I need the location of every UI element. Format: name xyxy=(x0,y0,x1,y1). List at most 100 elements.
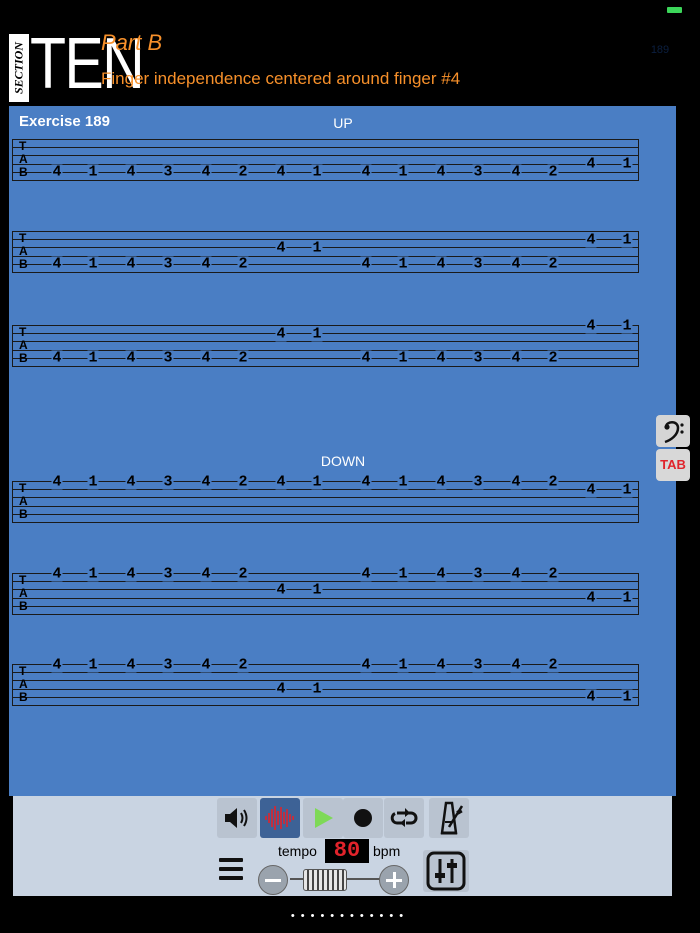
fret-number: 4 xyxy=(275,325,287,343)
bar-line xyxy=(12,481,13,522)
loop-icon xyxy=(390,808,418,827)
staff-line xyxy=(12,171,639,173)
bar-line xyxy=(638,573,639,614)
metronome-button[interactable] xyxy=(429,798,469,838)
fret-number: 3 xyxy=(162,565,174,582)
fret-number: 1 xyxy=(311,680,323,698)
fret-number: 1 xyxy=(397,565,409,582)
tab-staff: TAB 4 1 4 3 4 2 4 1 4 1 4 3 4 2 4 1 xyxy=(12,657,639,706)
fret-number: 4 xyxy=(585,688,597,706)
staff-line xyxy=(12,688,639,690)
fret-number: 4 xyxy=(360,255,372,273)
fret-number: 4 xyxy=(200,163,212,181)
tab-clef-letter: T xyxy=(19,573,27,587)
mixer-button[interactable] xyxy=(423,850,469,892)
fret-number: 4 xyxy=(360,473,372,490)
tab-clef-letter: A xyxy=(19,244,28,258)
play-icon xyxy=(315,808,333,828)
waveform-icon xyxy=(265,806,294,830)
record-icon xyxy=(354,809,372,827)
exercise-title: Exercise 189 xyxy=(19,113,110,130)
staff-line xyxy=(12,263,639,265)
page-indicator-dots[interactable]: •••••••••••• xyxy=(0,910,700,922)
fret-number: 4 xyxy=(360,656,372,673)
bass-clef-button[interactable] xyxy=(656,415,690,447)
mixer-icon xyxy=(426,851,466,891)
record-button[interactable] xyxy=(343,798,383,838)
fret-number: 1 xyxy=(311,473,323,490)
bar-line xyxy=(638,231,639,272)
speaker-icon xyxy=(225,808,248,828)
fret-number: 3 xyxy=(472,473,484,490)
staff-line xyxy=(12,341,639,343)
bar-line xyxy=(638,139,639,180)
fret-number: 4 xyxy=(510,255,522,273)
tab-clef-letter: A xyxy=(19,152,28,166)
staff-line xyxy=(12,272,639,273)
staff-line xyxy=(12,247,639,249)
fret-number: 4 xyxy=(125,255,137,273)
staff-line xyxy=(12,239,639,241)
bar-line xyxy=(12,664,13,705)
staff-line xyxy=(12,497,639,499)
tab-clef-letter: A xyxy=(19,494,28,508)
tempo-label: tempo xyxy=(278,843,317,859)
part-title: Part B xyxy=(101,30,163,55)
tab-staff: TAB 4 1 4 3 4 2 4 1 4 1 4 3 4 2 4 1 xyxy=(12,231,639,273)
fret-number: 4 xyxy=(510,565,522,582)
fret-number: 4 xyxy=(585,317,597,334)
bpm-label: bpm xyxy=(373,843,401,859)
tab-view-button[interactable]: TAB xyxy=(656,449,690,481)
play-button[interactable] xyxy=(303,798,343,838)
tab-clef-letter: T xyxy=(19,325,27,339)
staff-line xyxy=(12,489,639,491)
fret-number: 1 xyxy=(311,163,323,181)
fret-number: 4 xyxy=(435,656,447,673)
fret-number: 3 xyxy=(162,656,174,673)
fret-number: 3 xyxy=(162,255,174,273)
fret-number: 1 xyxy=(397,656,409,673)
bar-line xyxy=(12,573,13,614)
fret-number: 4 xyxy=(435,473,447,490)
tempo-decrease-button[interactable] xyxy=(258,865,288,895)
tab-clef-letter: A xyxy=(19,586,28,600)
staff-line xyxy=(12,597,639,599)
staff-line xyxy=(12,180,639,181)
fret-number: 1 xyxy=(87,565,99,582)
fret-number: 2 xyxy=(547,473,559,490)
bar-line xyxy=(12,139,13,180)
fret-number: 3 xyxy=(472,349,484,367)
staff-line xyxy=(12,357,639,359)
battery-indicator xyxy=(667,7,682,13)
fret-number: 1 xyxy=(311,581,323,599)
fret-number: 4 xyxy=(275,473,287,490)
staff-line xyxy=(12,163,639,165)
waveform-button[interactable] xyxy=(260,798,300,838)
staff-line xyxy=(12,333,639,335)
tab-clef-letter: B xyxy=(19,507,28,521)
staff-line xyxy=(12,672,639,674)
menu-icon[interactable] xyxy=(219,858,243,880)
fret-number: 2 xyxy=(547,656,559,673)
fret-number: 2 xyxy=(547,565,559,582)
fret-number: 4 xyxy=(200,473,212,490)
fret-number: 1 xyxy=(87,255,99,273)
fret-number: 4 xyxy=(435,565,447,582)
tempo-slider-knob[interactable] xyxy=(303,869,347,891)
direction-up-label: UP xyxy=(333,115,353,131)
fret-number: 4 xyxy=(275,163,287,181)
direction-down-label: DOWN xyxy=(320,453,366,469)
fret-number: 3 xyxy=(472,656,484,673)
loop-button[interactable] xyxy=(384,798,424,838)
fret-number: 4 xyxy=(585,481,597,499)
fret-number: 2 xyxy=(237,656,249,673)
staff-line xyxy=(12,255,639,257)
fret-number: 4 xyxy=(51,349,63,367)
bar-line xyxy=(638,664,639,705)
fret-number: 1 xyxy=(87,656,99,673)
fret-number: 3 xyxy=(472,255,484,273)
tempo-increase-button[interactable] xyxy=(379,865,409,895)
fret-number: 3 xyxy=(162,349,174,367)
speaker-button[interactable] xyxy=(217,798,257,838)
fret-number: 2 xyxy=(237,255,249,273)
